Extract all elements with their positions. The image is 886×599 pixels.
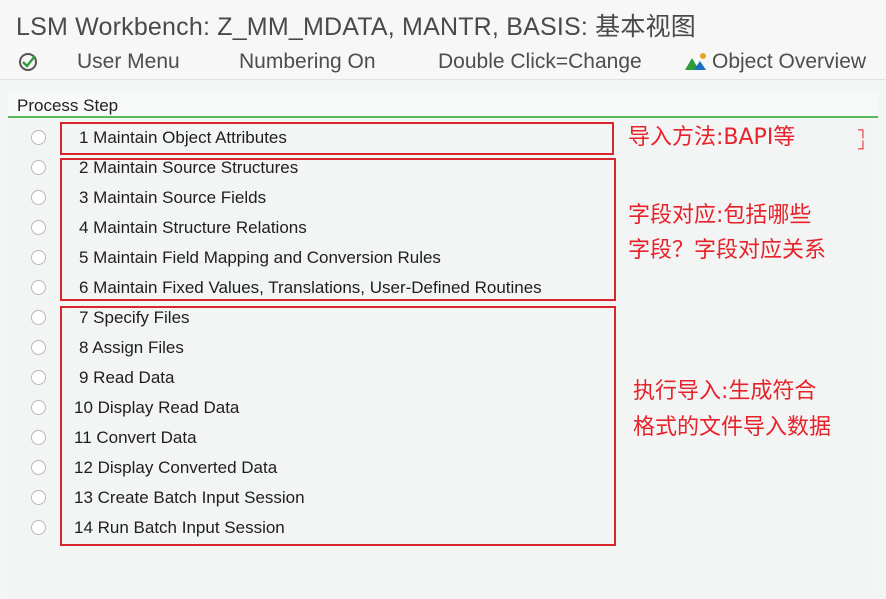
process-step-title: Process Step: [17, 96, 119, 115]
step-radio[interactable]: [31, 310, 46, 325]
step-radio[interactable]: [31, 370, 46, 385]
user-menu-button[interactable]: User Menu: [77, 50, 180, 74]
annotation-field-mapping-line1: 字段对应:包括哪些: [628, 203, 812, 228]
window-title: LSM Workbench: Z_MM_MDATA, MANTR, BASIS:…: [16, 13, 696, 41]
step-radio[interactable]: [31, 400, 46, 415]
step-radio[interactable]: [31, 190, 46, 205]
corner-bracket-mark: ┐: [858, 121, 868, 137]
annotation-box-field-mapping: [60, 158, 616, 301]
annotation-import-method: 导入方法:BAPI等: [628, 125, 796, 150]
double-click-change-button[interactable]: Double Click=Change: [438, 50, 642, 74]
step-radio[interactable]: [31, 220, 46, 235]
step-radio[interactable]: [31, 250, 46, 265]
execute-icon[interactable]: [17, 51, 41, 78]
annotation-execute-line1: 执行导入:生成符合: [633, 379, 817, 404]
title-bar: LSM Workbench: Z_MM_MDATA, MANTR, BASIS:…: [0, 0, 886, 44]
annotation-execute-line2: 格式的文件导入数据: [633, 415, 832, 440]
step-radio[interactable]: [31, 430, 46, 445]
step-radio[interactable]: [31, 520, 46, 535]
annotation-box-execute-import: [60, 306, 616, 546]
numbering-toggle-button[interactable]: Numbering On: [239, 50, 376, 74]
corner-bracket-mark: ┘: [858, 140, 868, 156]
application-toolbar: User Menu Numbering On Double Click=Chan…: [0, 44, 886, 80]
step-radio[interactable]: [31, 460, 46, 475]
step-radio[interactable]: [31, 340, 46, 355]
step-radio[interactable]: [31, 490, 46, 505]
step-radio[interactable]: [31, 130, 46, 145]
object-overview-button[interactable]: Object Overview: [712, 50, 866, 74]
step-radio[interactable]: [31, 160, 46, 175]
annotation-box-object-attributes: [60, 122, 614, 155]
annotation-field-mapping-line2: 字段？字段对应关系: [628, 238, 827, 263]
step-radio[interactable]: [31, 280, 46, 295]
process-step-header: Process Step: [8, 92, 878, 118]
object-overview-icon[interactable]: [683, 51, 709, 78]
